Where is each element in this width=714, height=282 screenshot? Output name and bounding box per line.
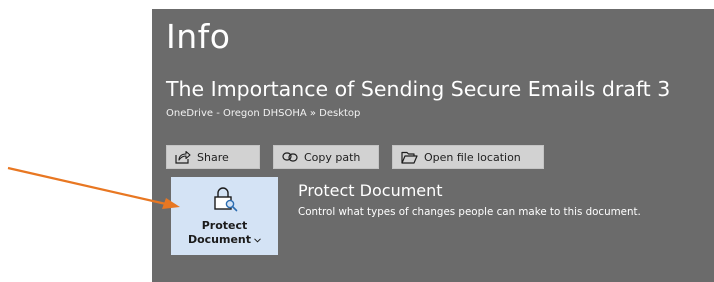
annotation-arrow [7,166,180,209]
